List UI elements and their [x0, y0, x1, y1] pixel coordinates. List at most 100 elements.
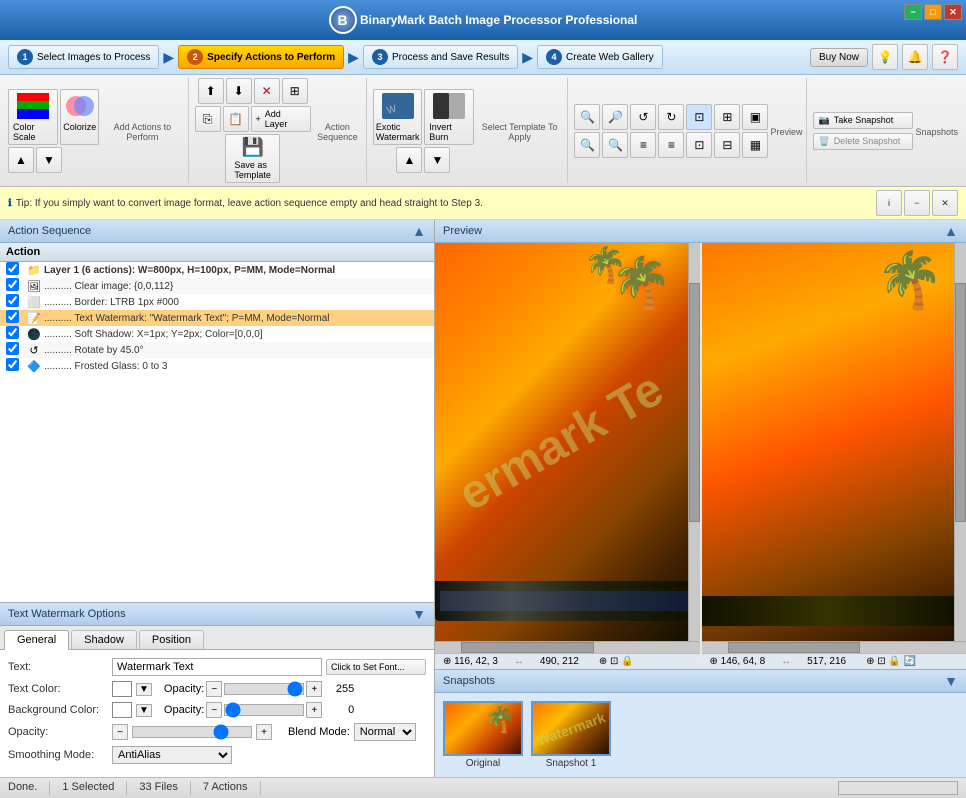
preview-left-hscroll[interactable] — [435, 641, 700, 653]
preview-btn-8[interactable]: 🔍 — [574, 132, 600, 158]
save-as-template-button[interactable]: 💾 Save asTemplate — [225, 134, 280, 183]
snapshots-collapse[interactable]: ▼ — [944, 673, 958, 689]
preview-btn-14[interactable]: ▦ — [742, 132, 768, 158]
wizard-step-4[interactable]: 4 Create Web Gallery — [537, 45, 663, 69]
copy-button[interactable]: ⎘ — [195, 106, 221, 132]
invert-burn-button[interactable]: Invert Burn — [424, 89, 474, 145]
preview-btn-13[interactable]: ⊟ — [714, 132, 740, 158]
tip-close-button[interactable]: ✕ — [932, 190, 958, 216]
preview-btn-1[interactable]: 🔍 — [574, 104, 600, 130]
action-checkbox-cell[interactable] — [0, 294, 24, 310]
color-scale-button[interactable]: Color Scale — [8, 89, 58, 145]
opacity-increase-1[interactable]: + — [306, 681, 322, 697]
preview-btn-6[interactable]: ⊞ — [714, 104, 740, 130]
set-font-button[interactable]: Click to Set Font... — [326, 659, 426, 675]
preview-btn-3[interactable]: ↺ — [630, 104, 656, 130]
action-text-cell[interactable]: .......... Frosted Glass: 0 to 3 — [44, 358, 434, 374]
action-row[interactable]: 🖼 .......... Clear image: {0,0,112} — [0, 278, 434, 294]
action-row[interactable]: 🌑 .......... Soft Shadow: X=1px; Y=2px; … — [0, 326, 434, 342]
action-text-cell[interactable]: .......... Text Watermark: "Watermark Te… — [44, 310, 434, 326]
action-text-cell[interactable]: .......... Soft Shadow: X=1px; Y=2px; Co… — [44, 326, 434, 342]
action-row[interactable]: 📁 Layer 1 (6 actions): W=800px, H=100px,… — [0, 262, 434, 279]
add-layer-button[interactable]: + Add Layer — [251, 106, 311, 132]
opacity-main-slider[interactable] — [132, 726, 252, 738]
action-text-cell[interactable]: .......... Border: LTRB 1px #000 — [44, 294, 434, 310]
action-row[interactable]: ↺ .......... Rotate by 45.0° — [0, 342, 434, 358]
action-checkbox-cell[interactable] — [0, 342, 24, 358]
take-snapshot-button[interactable]: 📷 Take Snapshot — [813, 112, 913, 129]
colorize-button[interactable]: Colorize — [60, 89, 99, 145]
action-checkbox[interactable] — [6, 342, 19, 355]
opacity-decrease-2[interactable]: − — [206, 702, 222, 718]
preview-btn-4[interactable]: ↻ — [658, 104, 684, 130]
preview-btn-10[interactable]: ≡ — [630, 132, 656, 158]
smoothing-select[interactable]: AntiAlias None HighQuality — [112, 746, 232, 764]
preview-right-scrollbar-v[interactable] — [954, 243, 966, 641]
help-icon[interactable]: ❓ — [932, 44, 958, 70]
move-up-button[interactable]: ⬆ — [198, 78, 224, 104]
action-row[interactable]: 📝 .......... Text Watermark: "Watermark … — [0, 310, 434, 326]
text-input[interactable] — [112, 658, 322, 676]
maximize-button[interactable]: □ — [924, 4, 942, 20]
wizard-step-3[interactable]: 3 Process and Save Results — [363, 45, 518, 69]
tip-minimize-button[interactable]: − — [904, 190, 930, 216]
minimize-button[interactable]: − — [904, 4, 922, 20]
bg-color-swatch[interactable] — [112, 702, 132, 718]
close-button[interactable]: ✕ — [944, 4, 962, 20]
preview-btn-9[interactable]: 🔍 — [602, 132, 628, 158]
preview-right-hscroll[interactable] — [702, 641, 966, 653]
tab-position[interactable]: Position — [139, 630, 204, 649]
text-color-dropdown[interactable]: ▼ — [136, 683, 152, 696]
action-checkbox[interactable] — [6, 294, 19, 307]
tab-shadow[interactable]: Shadow — [71, 630, 137, 649]
action-text-cell[interactable]: Layer 1 (6 actions): W=800px, H=100px, P… — [44, 262, 434, 279]
action-checkbox[interactable] — [6, 262, 19, 275]
opacity-increase-2[interactable]: + — [306, 702, 322, 718]
blend-mode-select[interactable]: Normal Multiply Screen Overlay — [354, 723, 416, 741]
action-checkbox[interactable] — [6, 278, 19, 291]
preview-btn-5[interactable]: ⊡ — [686, 104, 712, 130]
action-table[interactable]: Action 📁 Layer 1 (6 actions): W=800px, H… — [0, 243, 434, 602]
action-row[interactable]: ⬜ .......... Border: LTRB 1px #000 — [0, 294, 434, 310]
text-color-swatch[interactable] — [112, 681, 132, 697]
exotic-watermark-button[interactable]: W ExoticWatermark — [373, 89, 422, 145]
options-collapse[interactable]: ▼ — [412, 606, 426, 622]
template-scroll-up[interactable]: ▲ — [396, 147, 422, 173]
preview-btn-7[interactable]: ▣ — [742, 104, 768, 130]
action-row[interactable]: 🔷 .......... Frosted Glass: 0 to 3 — [0, 358, 434, 374]
paste-button[interactable]: 📋 — [223, 106, 249, 132]
tip-info-button[interactable]: i — [876, 190, 902, 216]
grid-button[interactable]: ⊞ — [282, 78, 308, 104]
preview-btn-2[interactable]: 🔎 — [602, 104, 628, 130]
buy-now-button[interactable]: Buy Now — [810, 48, 868, 67]
snapshot-original[interactable]: 🌴 Original — [443, 701, 523, 769]
bg-color-dropdown[interactable]: ▼ — [136, 704, 152, 717]
tab-general[interactable]: General — [4, 630, 69, 650]
preview-collapse[interactable]: ▲ — [944, 223, 958, 239]
preview-btn-12[interactable]: ⊡ — [686, 132, 712, 158]
action-text-cell[interactable]: .......... Clear image: {0,0,112} — [44, 278, 434, 294]
wizard-step-2[interactable]: 2 Specify Actions to Perform — [178, 45, 344, 69]
wizard-step-1[interactable]: 1 Select Images to Process — [8, 45, 159, 69]
preview-btn-11[interactable]: ≡ — [658, 132, 684, 158]
delete-button[interactable]: ✕ — [254, 78, 280, 104]
delete-snapshot-button[interactable]: 🗑️ Delete Snapshot — [813, 133, 913, 150]
action-checkbox-cell[interactable] — [0, 358, 24, 374]
action-checkbox[interactable] — [6, 358, 19, 371]
action-checkbox-cell[interactable] — [0, 326, 24, 342]
opacity-decrease-1[interactable]: − — [206, 681, 222, 697]
action-text-cell[interactable]: .......... Rotate by 45.0° — [44, 342, 434, 358]
scroll-down-button[interactable]: ▼ — [36, 147, 62, 173]
opacity-slider-2[interactable] — [224, 704, 304, 716]
action-checkbox[interactable] — [6, 310, 19, 323]
opacity-main-increase[interactable]: + — [256, 724, 272, 740]
action-checkbox-cell[interactable] — [0, 262, 24, 279]
action-checkbox[interactable] — [6, 326, 19, 339]
scroll-up-button[interactable]: ▲ — [8, 147, 34, 173]
preview-left-scrollbar-v[interactable] — [688, 243, 700, 641]
action-checkbox-cell[interactable] — [0, 310, 24, 326]
action-checkbox-cell[interactable] — [0, 278, 24, 294]
opacity-slider-1[interactable] — [224, 683, 304, 695]
action-sequence-collapse[interactable]: ▲ — [412, 223, 426, 239]
move-down-button[interactable]: ⬇ — [226, 78, 252, 104]
